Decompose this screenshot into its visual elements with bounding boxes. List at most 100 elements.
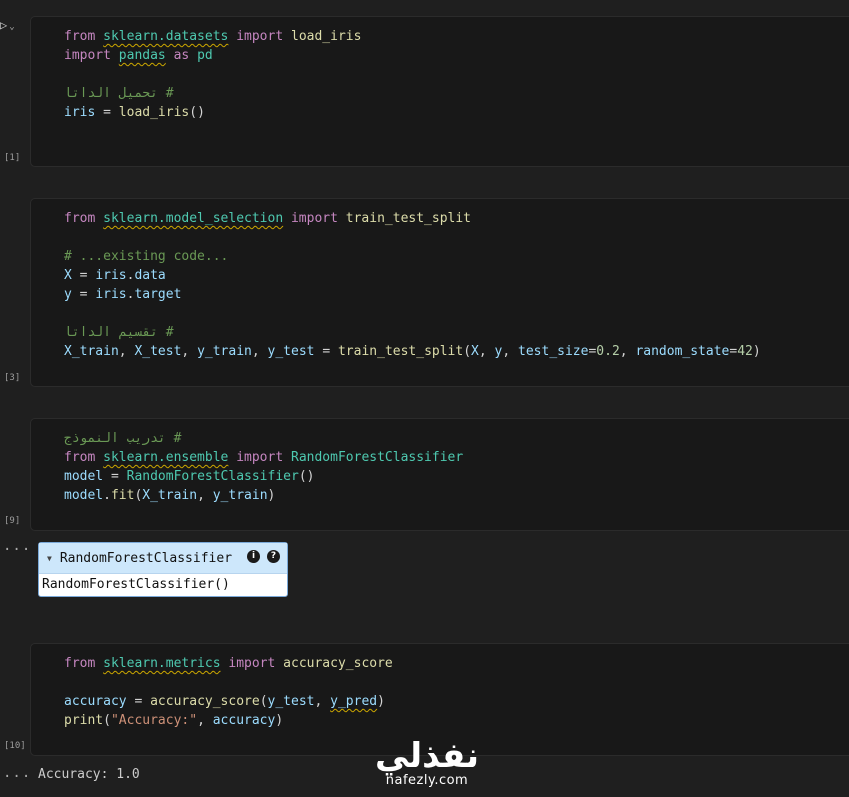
code-token: y_test xyxy=(267,694,315,709)
code-token: sklearn.model_selection xyxy=(103,211,284,226)
code-token: = xyxy=(126,694,151,709)
estimator-widget[interactable]: ▼ RandomForestClassifier i ? RandomFores… xyxy=(38,542,288,597)
execution-count: [1] xyxy=(4,153,21,163)
code-token: import xyxy=(228,450,291,465)
code-token: , xyxy=(478,344,495,359)
code-line[interactable]: print("Accuracy:", accuracy) xyxy=(64,711,393,730)
code-token: from xyxy=(64,450,104,465)
code-token: "Accuracy:" xyxy=(110,713,198,728)
code-cell-1[interactable]: from sklearn.datasets import load_iris im… xyxy=(30,16,849,167)
execution-count: [3] xyxy=(4,373,21,383)
code-line[interactable] xyxy=(64,304,761,323)
code-token: import xyxy=(283,211,346,226)
code-token: y_pred xyxy=(330,694,378,709)
code-token: ) xyxy=(377,694,385,709)
code-line[interactable] xyxy=(64,65,361,84)
code-token: , xyxy=(314,694,331,709)
execution-count: [10] xyxy=(4,741,26,751)
code-line[interactable]: # تدريب النموذج xyxy=(64,429,463,448)
code-cell-3[interactable]: # تدريب النموذج from sklearn.ensemble imp… xyxy=(30,418,849,531)
code-line[interactable]: iris = load_iris() xyxy=(64,103,361,122)
code-token: accuracy xyxy=(212,713,276,728)
code-token: ( xyxy=(463,344,472,359)
help-icon[interactable]: ? xyxy=(267,550,280,563)
code-token: import xyxy=(228,29,291,44)
code-token: X xyxy=(471,344,479,359)
code-line[interactable]: import pandas as pd xyxy=(64,46,361,65)
code-token: X_test xyxy=(134,344,182,359)
estimator-widget-header[interactable]: ▼ RandomForestClassifier i ? xyxy=(39,543,287,574)
code-line[interactable]: model.fit(X_train, y_train) xyxy=(64,486,463,505)
code-line[interactable]: X_train, X_test, y_train, y_test = train… xyxy=(64,342,761,361)
code-token: import xyxy=(64,48,119,63)
code-editor[interactable]: from sklearn.datasets import load_iris im… xyxy=(64,27,361,122)
code-cell-2[interactable]: from sklearn.model_selection import trai… xyxy=(30,198,849,387)
code-token: load_iris xyxy=(118,105,190,120)
code-token: = xyxy=(729,344,738,359)
code-token: X_train xyxy=(142,488,198,503)
info-icon[interactable]: i xyxy=(247,550,260,563)
code-token: , xyxy=(118,344,135,359)
chevron-down-icon[interactable]: ⌄ xyxy=(9,22,14,32)
code-token: = xyxy=(71,268,96,283)
code-editor[interactable]: from sklearn.model_selection import trai… xyxy=(64,209,761,361)
code-token: , xyxy=(197,488,213,503)
code-token: accuracy xyxy=(64,694,127,709)
code-line[interactable]: model = RandomForestClassifier() xyxy=(64,467,463,486)
code-token: accuracy_score xyxy=(283,656,393,671)
code-token: train_test_split xyxy=(345,211,472,226)
estimator-name: RandomForestClassifier xyxy=(59,550,233,566)
code-token: = xyxy=(314,344,338,359)
code-token: target xyxy=(134,287,182,302)
code-line[interactable] xyxy=(64,673,393,692)
watermark-url: nafezly.com xyxy=(385,773,469,788)
code-token: model xyxy=(64,488,104,503)
code-line[interactable]: from sklearn.ensemble import RandomFores… xyxy=(64,448,463,467)
code-token: , xyxy=(251,344,268,359)
play-icon[interactable]: ▷ xyxy=(0,18,7,32)
code-line[interactable]: y = iris.target xyxy=(64,285,761,304)
code-token: , xyxy=(502,344,519,359)
run-cell-controls[interactable]: ▷ ⌄ xyxy=(0,18,15,33)
output-menu-ellipsis[interactable]: ... xyxy=(3,765,31,781)
code-line[interactable]: accuracy = accuracy_score(y_test, y_pred… xyxy=(64,692,393,711)
code-line[interactable]: from sklearn.datasets import load_iris xyxy=(64,27,361,46)
code-token: y_train xyxy=(197,344,252,359)
code-editor[interactable]: # تدريب النموذج from sklearn.ensemble imp… xyxy=(64,429,463,505)
code-line[interactable]: # تقسيم الداتا xyxy=(64,323,761,342)
code-token: as xyxy=(165,48,198,63)
code-token: from xyxy=(64,211,104,226)
code-token: sklearn.ensemble xyxy=(103,450,229,465)
code-token: y_train xyxy=(212,488,268,503)
watermark-arabic: نفذلي xyxy=(374,736,480,776)
code-line[interactable]: # ...existing code... xyxy=(64,247,761,266)
code-token: train_test_split xyxy=(337,344,464,359)
code-token: # تدريب النموذج xyxy=(64,431,182,446)
code-line[interactable]: # تحميل الداتا xyxy=(64,84,361,103)
code-token: fit xyxy=(110,488,135,503)
code-token: RandomForestClassifier xyxy=(291,450,464,465)
code-token: , xyxy=(181,344,198,359)
code-line[interactable]: from sklearn.metrics import accuracy_sco… xyxy=(64,654,393,673)
code-line[interactable]: X = iris.data xyxy=(64,266,761,285)
code-token: # تحميل الداتا xyxy=(64,86,174,101)
code-token: print xyxy=(64,713,104,728)
code-token: . xyxy=(103,488,111,503)
output-menu-ellipsis[interactable]: ... xyxy=(3,538,31,554)
code-line[interactable] xyxy=(64,228,761,247)
code-token: y xyxy=(64,287,72,302)
code-token: y_test xyxy=(267,344,315,359)
code-token: from xyxy=(64,656,104,671)
code-token: data xyxy=(134,268,166,283)
cell-output-text: Accuracy: 1.0 xyxy=(38,767,140,782)
code-line[interactable]: from sklearn.model_selection import trai… xyxy=(64,209,761,228)
code-token: # تقسيم الداتا xyxy=(64,325,174,340)
code-token: = xyxy=(71,287,96,302)
code-token: test_size xyxy=(518,344,589,359)
code-editor[interactable]: from sklearn.metrics import accuracy_sco… xyxy=(64,654,393,730)
code-token: # ...existing code... xyxy=(64,249,229,264)
triangle-down-icon[interactable]: ▼ xyxy=(47,554,52,563)
code-token: ) xyxy=(752,344,761,359)
code-token: X xyxy=(64,268,72,283)
code-token: accuracy_score xyxy=(150,694,260,709)
